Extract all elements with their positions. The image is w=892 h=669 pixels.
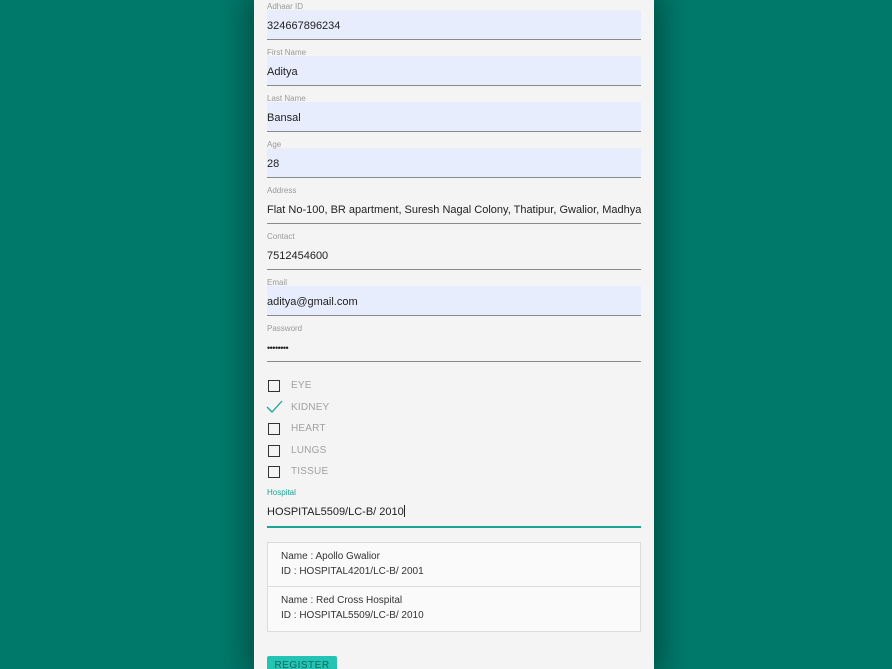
last-name-label: Last Name <box>267 94 306 103</box>
adhaar-id-field[interactable]: Adhaar ID 324667896234 <box>267 2 641 42</box>
suggestion-item[interactable]: Name : Red Cross Hospital ID : HOSPITAL5… <box>268 586 640 631</box>
organ-checkbox-tissue[interactable]: TISSUE <box>267 465 467 479</box>
organ-checkbox-eye[interactable]: EYE <box>267 379 467 393</box>
first-name-label: First Name <box>267 48 307 57</box>
email-input[interactable]: aditya@gmail.com <box>267 295 641 309</box>
address-field[interactable]: Address Flat No-100, BR apartment, Sures… <box>267 186 641 226</box>
checkbox-icon[interactable] <box>268 466 280 478</box>
organ-label-lungs: LUNGS <box>291 445 327 456</box>
last-name-input[interactable]: Bansal <box>267 111 641 125</box>
registration-card: Adhaar ID 324667896234 First Name Aditya… <box>254 0 654 669</box>
contact-field[interactable]: Contact 7512454600 <box>267 232 641 272</box>
last-name-field[interactable]: Last Name Bansal <box>267 94 641 134</box>
organ-checkbox-lungs[interactable]: LUNGS <box>267 444 467 458</box>
first-name-input[interactable]: Aditya <box>267 65 641 79</box>
organ-checkbox-kidney[interactable]: KIDNEY <box>266 399 467 415</box>
adhaar-id-input[interactable]: 324667896234 <box>267 19 641 33</box>
email-label: Email <box>267 278 288 287</box>
address-input[interactable]: Flat No-100, BR apartment, Suresh Nagal … <box>267 203 641 217</box>
checkmark-icon[interactable] <box>266 399 284 415</box>
suggestion-id: ID : HOSPITAL5509/LC-B/ 2010 <box>281 610 424 621</box>
contact-label: Contact <box>267 232 295 241</box>
hospital-input-text: HOSPITAL5509/LC-B/ 2010 <box>267 506 404 518</box>
age-label: Age <box>267 140 282 149</box>
organ-label-heart: HEART <box>291 423 326 434</box>
age-field[interactable]: Age 28 <box>267 140 641 180</box>
contact-input[interactable]: 7512454600 <box>267 249 641 263</box>
hospital-input[interactable]: HOSPITAL5509/LC-B/ 2010 <box>267 505 641 519</box>
checkbox-icon[interactable] <box>268 380 280 392</box>
email-field[interactable]: Email aditya@gmail.com <box>267 278 641 318</box>
address-label: Address <box>267 186 297 195</box>
first-name-field[interactable]: First Name Aditya <box>267 48 641 88</box>
adhaar-id-label: Adhaar ID <box>267 2 304 11</box>
checkbox-icon[interactable] <box>268 445 280 457</box>
hospital-label: Hospital <box>267 488 296 497</box>
organ-label-eye: EYE <box>291 380 312 391</box>
organ-label-kidney: KIDNEY <box>291 402 330 413</box>
password-input[interactable]: •••••••• <box>267 341 641 355</box>
checkbox-icon[interactable] <box>268 423 280 435</box>
hospital-suggestions-list: Name : Apollo Gwalior ID : HOSPITAL4201/… <box>267 542 641 632</box>
organ-checkbox-heart[interactable]: HEART <box>267 422 467 436</box>
password-field[interactable]: Password •••••••• <box>267 324 641 364</box>
text-caret <box>403 505 405 517</box>
hospital-field[interactable]: Hospital HOSPITAL5509/LC-B/ 2010 <box>267 488 641 528</box>
suggestion-item[interactable]: Name : Apollo Gwalior ID : HOSPITAL4201/… <box>268 543 640 586</box>
password-label: Password <box>267 324 303 333</box>
suggestion-name: Name : Apollo Gwalior <box>281 551 380 562</box>
organ-label-tissue: TISSUE <box>291 466 329 477</box>
suggestion-name: Name : Red Cross Hospital <box>281 595 403 606</box>
register-button[interactable]: REGISTER <box>267 656 337 669</box>
suggestion-id: ID : HOSPITAL4201/LC-B/ 2001 <box>281 566 424 577</box>
age-input[interactable]: 28 <box>267 157 641 171</box>
